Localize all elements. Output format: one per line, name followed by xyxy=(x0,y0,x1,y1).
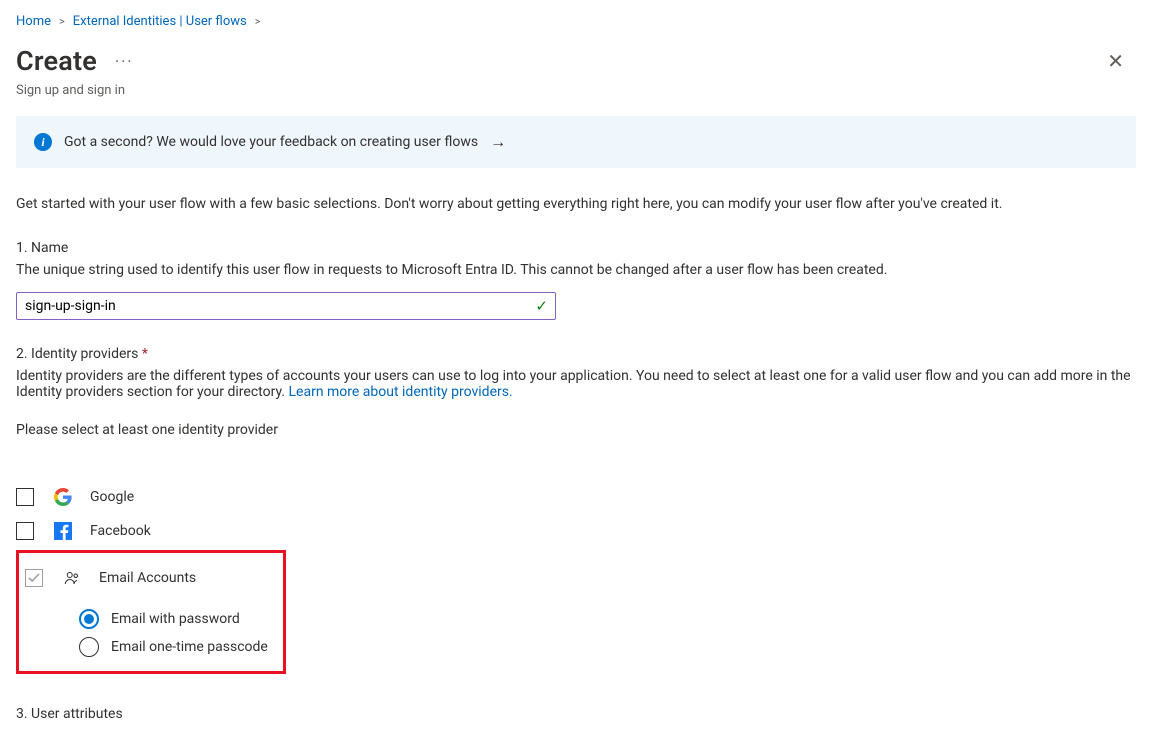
provider-row-facebook: Facebook xyxy=(16,514,1136,548)
chevron-right-icon: > xyxy=(255,15,261,28)
arrow-right-icon: → xyxy=(490,132,506,152)
feedback-banner[interactable]: i Got a second? We would love your feedb… xyxy=(16,116,1136,168)
google-label: Google xyxy=(90,489,134,505)
intro-text: Get started with your user flow with a f… xyxy=(16,196,1136,212)
email-radio-group: Email with password Email one-time passc… xyxy=(79,605,275,661)
provider-row-email: Email Accounts xyxy=(25,561,275,595)
email-otp-radio[interactable]: Email one-time passcode xyxy=(79,633,275,661)
checkmark-icon: ✓ xyxy=(535,297,548,315)
breadcrumb-external-identities[interactable]: External Identities | User flows xyxy=(73,14,247,29)
more-actions-button[interactable]: ··· xyxy=(111,48,138,75)
people-icon xyxy=(63,569,81,587)
idp-instruction: Please select at least one identity prov… xyxy=(16,422,1136,438)
email-otp-label: Email one-time passcode xyxy=(111,639,268,655)
chevron-right-icon: > xyxy=(59,15,65,28)
feedback-text: Got a second? We would love your feedbac… xyxy=(64,134,478,150)
name-input[interactable] xyxy=(16,292,556,320)
facebook-icon xyxy=(54,522,72,540)
idp-help-text: Identity providers are the different typ… xyxy=(16,368,1131,400)
email-checkbox xyxy=(25,569,43,587)
radio-unselected-icon xyxy=(79,637,99,657)
page-subtitle: Sign up and sign in xyxy=(16,83,1136,98)
page-title: Create xyxy=(16,45,97,77)
breadcrumb-home[interactable]: Home xyxy=(16,14,51,29)
info-icon: i xyxy=(34,133,52,151)
facebook-checkbox[interactable] xyxy=(16,522,34,540)
name-section-help: The unique string used to identify this … xyxy=(16,262,1136,278)
provider-list: Google Facebook Ema xyxy=(16,480,1136,674)
google-checkbox[interactable] xyxy=(16,488,34,506)
close-button[interactable]: ✕ xyxy=(1095,43,1136,79)
provider-row-google: Google xyxy=(16,480,1136,514)
idp-learn-more-link[interactable]: Learn more about identity providers. xyxy=(289,384,513,400)
idp-section-help: Identity providers are the different typ… xyxy=(16,368,1136,400)
required-asterisk: * xyxy=(142,346,148,362)
facebook-label: Facebook xyxy=(90,523,151,539)
idp-section-label: 2. Identity providers * xyxy=(16,346,1136,362)
name-section-label: 1. Name xyxy=(16,240,1136,256)
idp-label-text: 2. Identity providers xyxy=(16,346,138,362)
user-attributes-label: 3. User attributes xyxy=(16,706,1136,722)
email-password-label: Email with password xyxy=(111,611,240,627)
email-password-radio[interactable]: Email with password xyxy=(79,605,275,633)
radio-selected-icon xyxy=(79,609,99,629)
breadcrumb: Home > External Identities | User flows … xyxy=(16,14,1136,29)
email-label: Email Accounts xyxy=(99,570,196,586)
google-icon xyxy=(54,488,72,506)
title-row: Create ··· ✕ xyxy=(16,43,1136,79)
email-accounts-highlight: Email Accounts Email with password Email… xyxy=(16,550,286,674)
